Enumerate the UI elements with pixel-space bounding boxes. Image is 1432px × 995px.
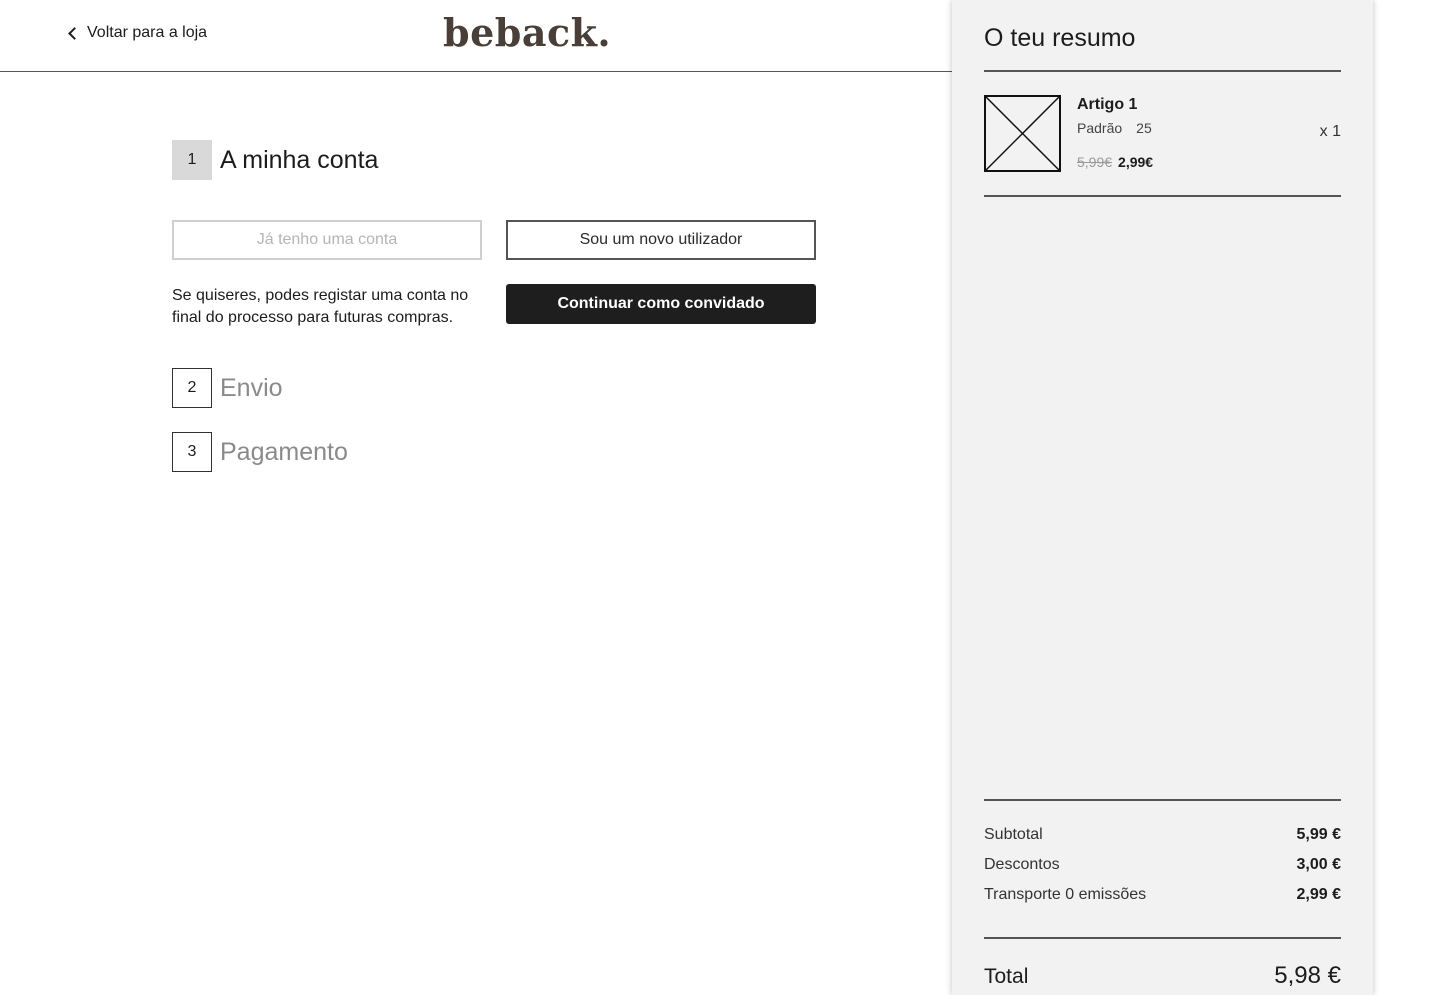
order-summary-panel: O teu resumo Artigo 1 Padrão 25 5,99€ 2,99… [952, 0, 1373, 995]
discounts-value: 3,00 € [1296, 856, 1341, 873]
checkout-page: Voltar para a loja beback. 1 A minha con… [0, 0, 1432, 995]
step-title: Pagamento [220, 437, 348, 466]
image-placeholder-icon [984, 95, 1061, 172]
total-label: Total [984, 965, 1029, 988]
new-user-button[interactable]: Sou um novo utilizador [506, 220, 816, 260]
item-variant: Padrão 25 [1077, 120, 1166, 136]
total-row: Total 5,98 € [984, 962, 1341, 990]
summary-title: O teu resumo [984, 24, 1136, 52]
step-number: 2 [172, 368, 212, 408]
item-quantity: x 1 [1319, 123, 1341, 140]
discounts-label: Descontos [984, 856, 1060, 873]
subtotal-label: Subtotal [984, 826, 1043, 843]
shipping-label: Transporte 0 emissões [984, 886, 1147, 903]
item-name: Artigo 1 [1077, 96, 1138, 113]
subtotal-value: 5,99 € [1296, 826, 1341, 843]
step-number: 1 [172, 140, 212, 180]
item-price: 2,99€ [1118, 154, 1154, 170]
item-size: 25 [1136, 120, 1152, 136]
back-to-store-link[interactable]: Voltar para a loja [68, 24, 207, 42]
shipping-row: Transporte 0 emissões 2,99 € [984, 886, 1341, 904]
step-shipping: 2 Envio [172, 368, 283, 408]
step-account: 1 A minha conta [172, 140, 378, 180]
checkout-header: Voltar para a loja beback. [0, 0, 952, 72]
step-payment: 3 Pagamento [172, 432, 348, 472]
item-variant-label: Padrão [1077, 120, 1123, 136]
back-to-store-label: Voltar para a loja [87, 24, 208, 41]
brand-logo[interactable]: beback. [443, 10, 611, 55]
item-old-price: 5,99€ [1077, 154, 1113, 170]
subtotal-row: Subtotal 5,99 € [984, 826, 1341, 844]
divider [984, 799, 1341, 801]
total-value: 5,98 € [1274, 962, 1341, 989]
continue-as-guest-button[interactable]: Continuar como convidado [506, 284, 816, 324]
divider [984, 70, 1341, 72]
existing-account-button[interactable]: Já tenho uma conta [172, 220, 482, 260]
divider [984, 937, 1341, 939]
divider [984, 195, 1341, 197]
chevron-left-icon [68, 26, 81, 40]
register-later-note: Se quiseres, podes registar uma conta no… [172, 287, 469, 326]
step-title: A minha conta [220, 145, 379, 174]
step-title: Envio [220, 373, 283, 402]
shipping-value: 2,99 € [1296, 886, 1341, 903]
discounts-row: Descontos 3,00 € [984, 856, 1341, 874]
item-prices: 5,99€ 2,99€ [1077, 154, 1153, 170]
step-number: 3 [172, 432, 212, 472]
